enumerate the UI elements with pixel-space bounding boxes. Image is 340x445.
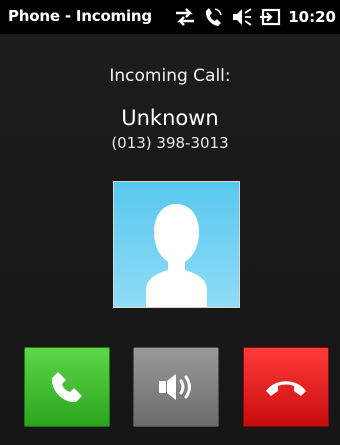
battery-icon[interactable] [259, 7, 281, 27]
incoming-call-label: Incoming Call: [109, 66, 231, 86]
decline-button[interactable] [243, 347, 329, 427]
speaker-button[interactable] [133, 347, 219, 427]
caller-avatar [113, 181, 240, 308]
caller-number: (013) 398-3013 [111, 134, 229, 152]
phone-handset-icon [51, 372, 82, 403]
status-bar: Phone - Incoming 10:20 [0, 0, 340, 34]
phone-call-icon[interactable] [203, 6, 223, 28]
data-sync-icon[interactable] [174, 7, 196, 27]
status-icons: 10:20 [174, 4, 336, 30]
speaker-volume-icon [159, 374, 191, 400]
person-silhouette-icon [146, 204, 207, 307]
app-title[interactable]: Phone - Incoming [8, 7, 152, 25]
clock[interactable]: 10:20 [288, 8, 336, 26]
incoming-call-screen: Incoming Call: Unknown (013) 398-3013 [0, 34, 340, 445]
answer-button[interactable] [24, 347, 110, 427]
caller-name: Unknown [121, 106, 219, 130]
hang-up-icon [266, 381, 306, 396]
speaker-icon[interactable] [230, 7, 252, 27]
